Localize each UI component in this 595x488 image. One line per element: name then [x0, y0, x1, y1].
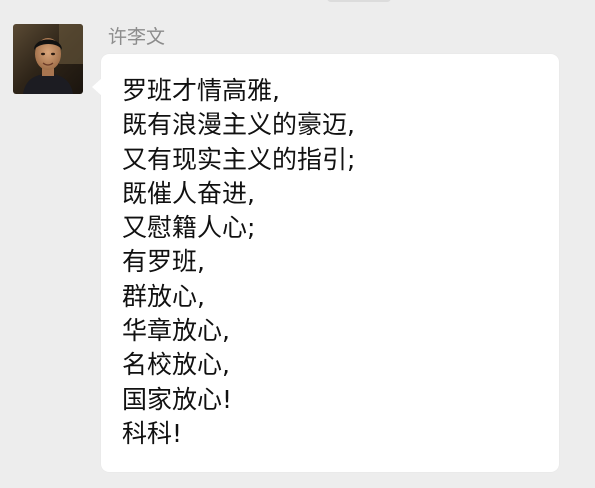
bubble-tail	[92, 78, 102, 96]
top-partial-element	[327, 0, 391, 2]
user-avatar-photo-icon	[13, 24, 83, 94]
message-line: 有罗班,	[122, 247, 205, 277]
message-line: 又慰籍人心;	[122, 213, 256, 243]
message-line: 又有现实主义的指引;	[122, 144, 356, 174]
message-line: 国家放心!	[122, 384, 233, 414]
message-line: 群放心,	[122, 281, 205, 311]
message-line: 科科!	[122, 418, 183, 448]
message-text: 罗班才情高雅, 既有浪漫主义的豪迈, 又有现实主义的指引; 既催人奋进, 又慰籍…	[122, 74, 355, 451]
message-line: 既有浪漫主义的豪迈,	[122, 110, 355, 140]
message-bubble[interactable]: 罗班才情高雅, 既有浪漫主义的豪迈, 又有现实主义的指引; 既催人奋进, 又慰籍…	[92, 54, 559, 472]
message-line: 罗班才情高雅,	[122, 76, 280, 105]
sender-name: 许李文	[108, 26, 166, 48]
message-line: 华章放心,	[122, 316, 230, 346]
sender-avatar[interactable]	[13, 24, 83, 94]
message-line: 名校放心,	[122, 350, 230, 380]
message-line: 既催人奋进,	[122, 178, 255, 208]
